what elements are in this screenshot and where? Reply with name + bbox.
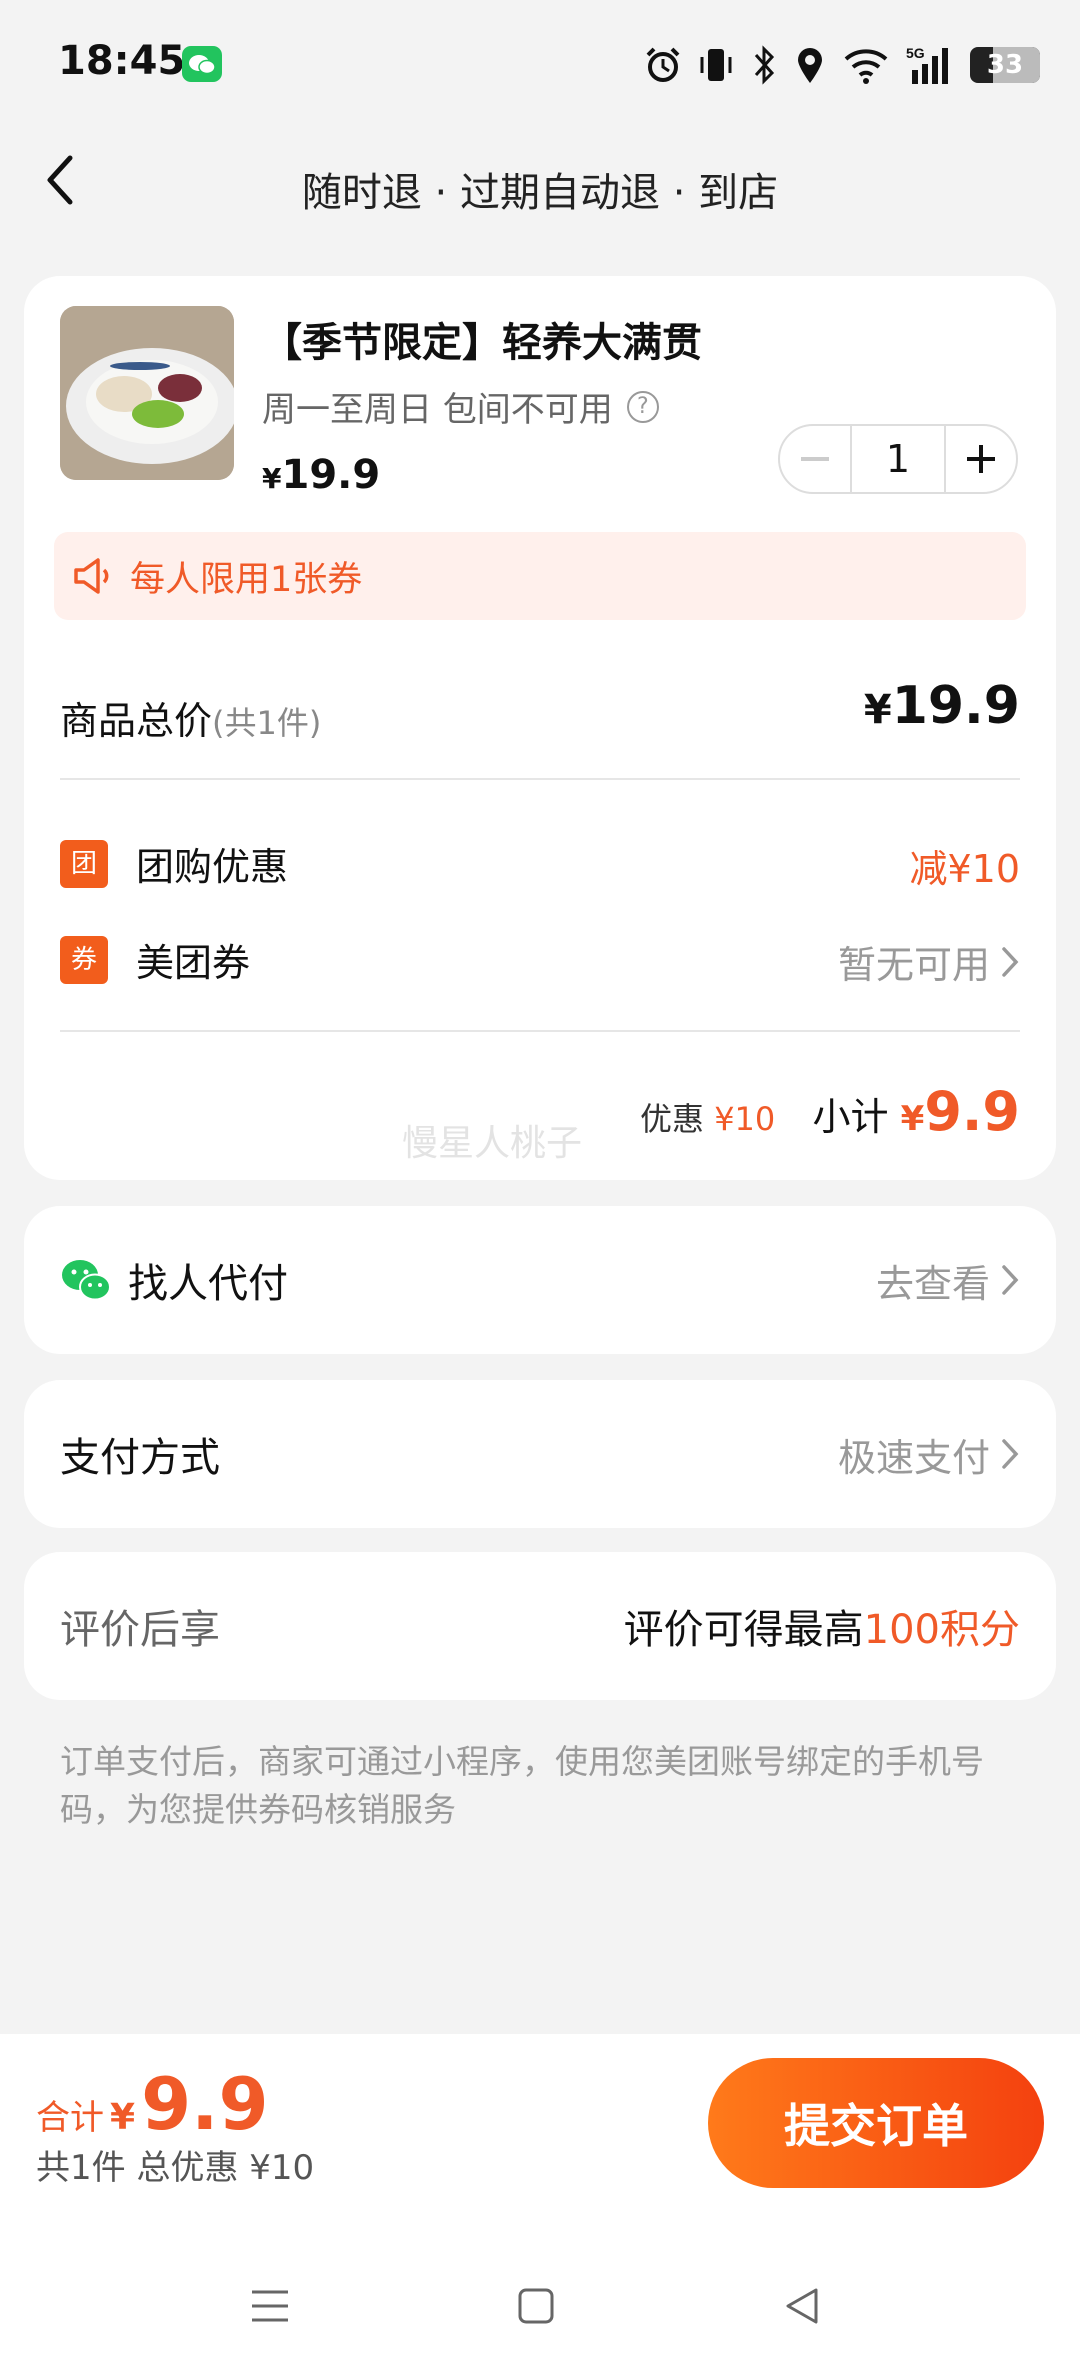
order-total: 合计 ¥ 9.9 bbox=[36, 2062, 269, 2146]
total-item-count: (共1件) bbox=[212, 704, 322, 742]
vibrate-icon bbox=[700, 49, 732, 81]
review-reward-prefix: 评价可得最高 bbox=[623, 1607, 864, 1653]
coupon-label: 美团券 bbox=[136, 941, 251, 985]
plus-icon bbox=[967, 445, 995, 473]
submit-order-button[interactable]: 提交订单 bbox=[708, 2058, 1044, 2188]
coupon-row[interactable]: 券 美团券 bbox=[60, 932, 250, 987]
status-time: 18:45 bbox=[58, 38, 186, 84]
discount-value: ¥10 bbox=[714, 1100, 776, 1138]
total-price-label-text: 商品总价 bbox=[60, 699, 213, 743]
increase-button[interactable] bbox=[946, 426, 1016, 492]
order-total-label: 合计 bbox=[36, 2098, 104, 2138]
total-price-symbol: ¥ bbox=[863, 687, 892, 733]
payment-method-value: 极速支付 bbox=[837, 1435, 990, 1480]
pay-for-others-label: 找人代付 bbox=[128, 1261, 288, 1307]
subtotal: 小计 ¥9.9 bbox=[813, 1080, 1020, 1143]
coupon-tag: 券 bbox=[60, 935, 108, 984]
alarm-icon bbox=[646, 47, 680, 82]
review-reward-label: 评价后享 bbox=[60, 1607, 220, 1653]
wechat-notification-icon bbox=[182, 46, 222, 82]
group-discount-row: 团 团购优惠 bbox=[60, 836, 288, 891]
menu-icon[interactable] bbox=[248, 2286, 292, 2326]
subtotal-value: 9.9 bbox=[924, 1080, 1020, 1143]
system-nav-bar bbox=[0, 2280, 1080, 2340]
group-discount-value: 减¥10 bbox=[909, 847, 1020, 891]
signal-icon: 5G bbox=[906, 45, 948, 84]
battery-icon: 33 bbox=[970, 47, 1040, 83]
svg-text:5G: 5G bbox=[906, 45, 925, 61]
review-reward-row: 评价后享 评价可得最高100积分 bbox=[24, 1552, 1056, 1700]
product-price: ¥19.9 bbox=[262, 452, 380, 498]
review-reward-text: 评价可得最高100积分 bbox=[624, 1597, 1020, 1655]
product-price-value: 19.9 bbox=[281, 452, 381, 498]
product-thumbnail[interactable] bbox=[60, 306, 234, 480]
status-icons: 5G 33 bbox=[644, 40, 1040, 90]
coupon-value-text: 暂无可用 bbox=[837, 943, 990, 987]
discount-label: 优惠 bbox=[640, 1100, 705, 1138]
page-title: 随时退 · 过期自动退 · 到店 bbox=[301, 170, 779, 216]
discount-summary: 优惠 ¥10 bbox=[640, 1094, 775, 1140]
subtotal-label: 小计 bbox=[812, 1095, 889, 1139]
back-nav-icon[interactable] bbox=[782, 2286, 822, 2326]
chevron-right-icon bbox=[1002, 1439, 1019, 1469]
payment-method-row[interactable]: 支付方式 极速支付 bbox=[24, 1380, 1056, 1528]
location-icon bbox=[798, 48, 822, 83]
review-reward-points: 100积分 bbox=[863, 1607, 1020, 1653]
decrease-button[interactable] bbox=[780, 426, 850, 492]
product-subtitle-row: 周一至周日 包间不可用 ? bbox=[262, 382, 659, 431]
battery-level: 33 bbox=[986, 50, 1024, 80]
service-notice: 订单支付后，商家可通过小程序，使用您美团账号绑定的手机号码，为您提供券码核销服务 bbox=[60, 1742, 984, 1829]
wifi-icon bbox=[844, 49, 888, 84]
limit-notice-text: 每人限用1张券 bbox=[130, 559, 363, 600]
total-price-label: 商品总价(共1件) bbox=[60, 690, 321, 745]
pay-for-others-right: 去查看 bbox=[876, 1253, 1020, 1308]
order-total-value: 9.9 bbox=[141, 2062, 269, 2146]
payment-method-right: 极速支付 bbox=[838, 1427, 1020, 1482]
status-bar: 18:45 5G 33 bbox=[0, 0, 1080, 130]
divider bbox=[60, 778, 1020, 780]
quantity-value[interactable]: 1 bbox=[850, 426, 946, 492]
minus-icon bbox=[801, 457, 829, 461]
watermark: 慢星人桃子 bbox=[402, 1123, 583, 1164]
total-price-value: ¥19.9 bbox=[864, 676, 1020, 736]
product-name: 【季节限定】轻养大满贯 bbox=[262, 320, 702, 366]
group-discount-label: 团购优惠 bbox=[136, 845, 289, 889]
product-subtitle: 周一至周日 包间不可用 bbox=[262, 390, 613, 430]
pay-for-others-action: 去查看 bbox=[875, 1261, 990, 1306]
coupon-value[interactable]: 暂无可用 bbox=[838, 934, 1020, 989]
subtotal-symbol: ¥ bbox=[900, 1099, 925, 1139]
divider bbox=[60, 1030, 1020, 1032]
speaker-icon bbox=[74, 558, 109, 594]
product-price-symbol: ¥ bbox=[262, 462, 282, 495]
wechat-icon bbox=[62, 1260, 111, 1301]
group-discount-tag: 团 bbox=[60, 839, 108, 888]
order-summary-sub: 共1件 总优惠 ¥10 bbox=[36, 2148, 315, 2188]
home-icon[interactable] bbox=[516, 2286, 556, 2326]
order-total-symbol: ¥ bbox=[110, 2097, 136, 2138]
quantity-stepper: 1 bbox=[778, 424, 1018, 494]
question-circle-icon[interactable]: ? bbox=[626, 390, 659, 423]
payment-method-label: 支付方式 bbox=[60, 1435, 220, 1481]
bluetooth-icon bbox=[754, 45, 775, 85]
total-price-number: 19.9 bbox=[891, 676, 1020, 736]
chevron-right-icon bbox=[1002, 1265, 1019, 1295]
limit-notice-bar: 每人限用1张券 bbox=[54, 532, 1026, 620]
pay-for-others-row[interactable]: 找人代付 去查看 bbox=[24, 1206, 1056, 1354]
pay-for-others-left: 找人代付 bbox=[60, 1251, 288, 1309]
chevron-right-icon bbox=[1002, 946, 1019, 977]
